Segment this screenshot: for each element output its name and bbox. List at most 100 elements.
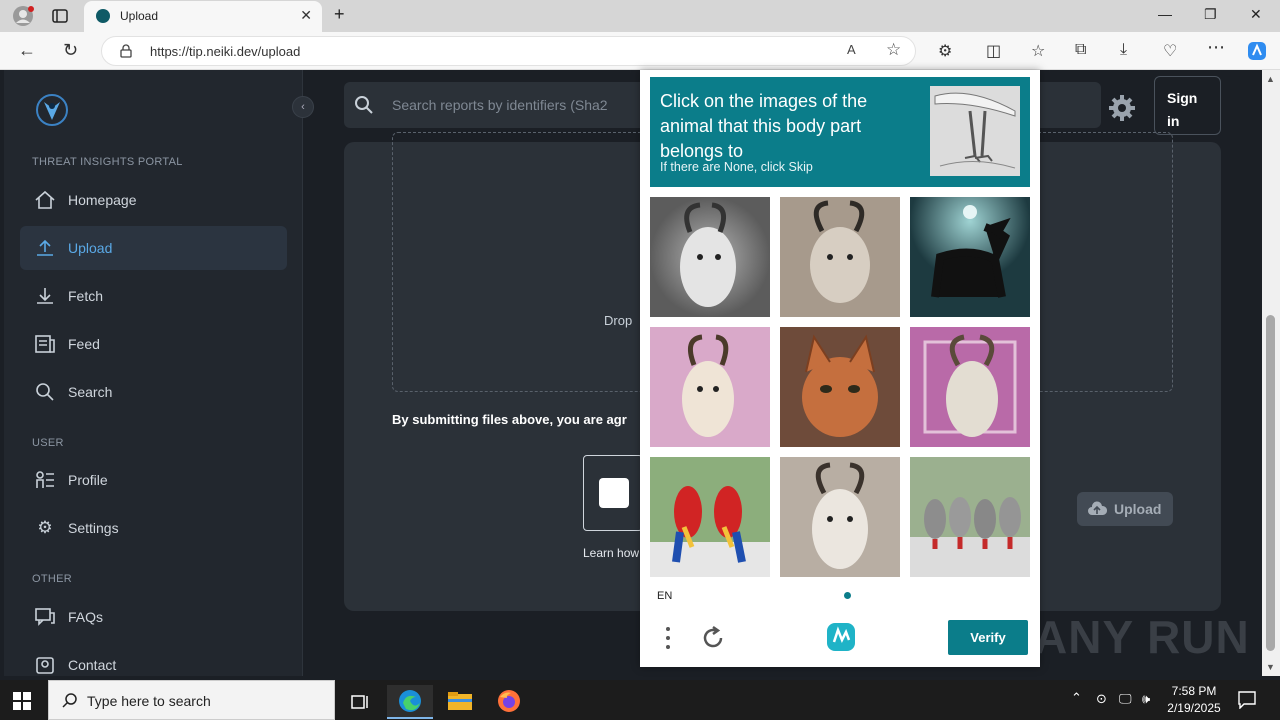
meet-icon[interactable]: ⊙ (1096, 691, 1107, 707)
sidebar-item-fetch[interactable]: Fetch (20, 274, 287, 318)
captcha-tile-9[interactable] (910, 457, 1030, 577)
captcha-tile-8[interactable] (780, 457, 900, 577)
profile-icon (36, 471, 54, 488)
tab-title: Upload (120, 9, 159, 23)
goat-image (910, 327, 1030, 447)
captcha-tile-3[interactable] (910, 197, 1030, 317)
upload-icon (37, 239, 53, 256)
parrots-image (910, 457, 1030, 577)
scrollbar-thumb[interactable] (1266, 315, 1275, 651)
minimize-icon[interactable]: — (1158, 6, 1172, 22)
back-icon[interactable]: ← (18, 40, 36, 61)
captcha-tile-2[interactable] (780, 197, 900, 317)
goat-image (650, 327, 770, 447)
file-explorer-icon (448, 692, 472, 710)
sidebar-item-profile[interactable]: Profile (20, 458, 287, 502)
volume-icon[interactable]: 🕪 (1142, 691, 1150, 707)
user-section-label: USER (32, 437, 64, 449)
extensions-icon[interactable]: ⚙ (938, 41, 952, 61)
taskbar-clock[interactable]: 7:58 PM 2/19/2025 (1152, 683, 1236, 717)
captcha-prompt: Click on the images of the animal that t… (660, 91, 868, 161)
sidebar: THREAT INSIGHTS PORTAL Homepage Upload F… (4, 70, 303, 676)
search-icon (62, 693, 77, 708)
scroll-down-icon[interactable]: ▼ (1266, 662, 1275, 672)
sidebar-item-label: Profile (68, 472, 108, 488)
captcha-menu-icon[interactable] (662, 626, 674, 650)
upload-button[interactable]: Upload (1077, 492, 1173, 526)
performance-icon[interactable]: ♡ (1163, 41, 1177, 61)
captcha-tile-7[interactable] (650, 457, 770, 577)
language-selector[interactable]: EN (657, 590, 672, 602)
captcha-subprompt: If there are None, click Skip (660, 160, 813, 174)
search-icon (36, 383, 54, 401)
favorite-star-icon[interactable]: ☆ (886, 40, 901, 60)
captcha-tile-6[interactable] (910, 327, 1030, 447)
bird-legs-sketch-image (930, 86, 1020, 176)
more-options-icon[interactable]: ⋯ (1207, 37, 1225, 58)
feed-icon (35, 335, 55, 353)
sidebar-item-settings[interactable]: ⚙ Settings (20, 506, 287, 550)
portal-section-label: THREAT INSIGHTS PORTAL (32, 156, 183, 168)
notifications-icon[interactable] (1238, 691, 1256, 709)
taskbar-firefox-button[interactable] (486, 685, 532, 719)
favorites-icon[interactable]: ☆ (1031, 41, 1045, 61)
anyrun-watermark: ANY RUN (1034, 610, 1250, 664)
captcha-tile-5[interactable] (780, 327, 900, 447)
home-icon (35, 190, 55, 209)
sidebar-item-search[interactable]: Search (20, 370, 287, 414)
cat-image (780, 327, 900, 447)
taskbar-explorer-button[interactable] (437, 685, 483, 719)
captcha-tile-1[interactable] (650, 197, 770, 317)
show-hidden-icons-icon[interactable]: ⌃ (1071, 690, 1082, 706)
windows-start-icon[interactable] (13, 692, 31, 710)
watermark-text: ANY RUN (1034, 611, 1250, 663)
sidebar-item-homepage[interactable]: Homepage (20, 178, 287, 222)
new-tab-icon[interactable]: + (334, 4, 345, 25)
split-screen-icon[interactable]: ◫ (986, 41, 1001, 61)
clock-date: 2/19/2025 (1167, 701, 1221, 715)
profile-avatar-icon[interactable] (12, 5, 34, 27)
close-window-icon[interactable]: ✕ (1250, 6, 1262, 23)
network-icon[interactable]: 🖵 (1119, 691, 1132, 707)
sidebar-item-upload[interactable]: Upload (20, 226, 287, 270)
upload-button-label: Upload (1114, 501, 1162, 517)
scroll-up-icon[interactable]: ▲ (1266, 74, 1275, 84)
close-tab-icon[interactable]: ✕ (300, 7, 312, 24)
captcha-dialog: Click on the images of the animal that t… (640, 70, 1040, 667)
verify-button[interactable]: Verify (948, 620, 1028, 655)
read-aloud-icon[interactable]: A (847, 42, 856, 57)
captcha-tile-4[interactable] (650, 327, 770, 447)
address-bar[interactable]: https://tip.neiki.dev/upload A ☆ (101, 36, 916, 66)
captcha-refresh-icon[interactable] (700, 625, 726, 651)
reload-icon[interactable]: ↻ (63, 40, 78, 61)
page-indicator-dot (844, 592, 851, 599)
search-icon (355, 96, 373, 114)
video-thumbnail[interactable] (583, 455, 643, 531)
collapse-sidebar-button[interactable]: ‹ (292, 96, 314, 118)
sidebar-item-feed[interactable]: Feed (20, 322, 287, 366)
tab-actions-icon[interactable] (52, 8, 68, 24)
sidebar-item-label: Feed (68, 336, 100, 352)
restore-icon[interactable]: ❐ (1204, 6, 1217, 23)
parrots-image (650, 457, 770, 577)
browser-tab[interactable]: Upload ✕ (84, 1, 322, 32)
sidebar-item-contact[interactable]: Contact (20, 643, 287, 676)
search-placeholder: Search reports by identifiers (Sha2 (392, 97, 608, 113)
captcha-header: Click on the images of the animal that t… (650, 77, 1030, 187)
sign-in-button[interactable]: Sign in (1154, 76, 1221, 135)
downloads-icon[interactable]: ⤓ (1120, 41, 1127, 59)
taskbar-edge-button[interactable] (387, 685, 433, 719)
copilot-icon[interactable] (1246, 40, 1268, 62)
sidebar-item-faqs[interactable]: FAQs (20, 595, 287, 639)
collections-icon[interactable]: ⧉ (1075, 41, 1086, 59)
goat-image (780, 457, 900, 577)
task-view-button[interactable] (337, 685, 383, 719)
taskbar-search-box[interactable]: Type here to search (48, 680, 335, 720)
download-icon (37, 288, 53, 304)
settings-gear-icon[interactable] (1108, 94, 1136, 122)
sidebar-item-label: Homepage (68, 192, 137, 208)
sidebar-item-label: Settings (68, 520, 119, 536)
learn-how-link[interactable]: Learn how (583, 546, 639, 560)
portal-logo-icon (36, 94, 68, 126)
page-scrollbar[interactable]: ▲ ▼ (1262, 70, 1280, 676)
